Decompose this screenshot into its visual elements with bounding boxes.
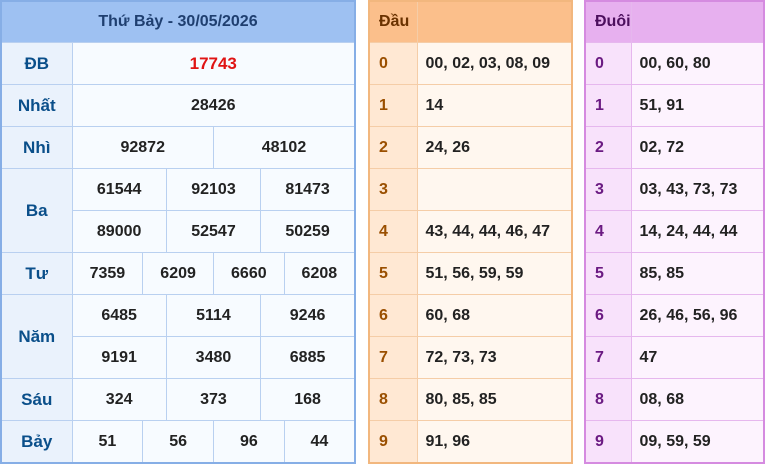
tail-digit: 1 <box>584 84 632 127</box>
head-values: 24, 26 <box>416 126 573 169</box>
prize-value: 61544 <box>71 168 167 211</box>
prize-value: 51 <box>71 420 144 464</box>
tail-values: 47 <box>630 336 765 379</box>
head-values: 43, 44, 44, 46, 47 <box>416 210 573 253</box>
prize-value: 17743 <box>71 42 356 85</box>
prize-label-db: ĐB <box>0 42 73 85</box>
results-title: Thứ Bảy - 30/05/2026 <box>0 0 356 43</box>
prize-value: 5114 <box>165 294 262 337</box>
tail-values: 09, 59, 59 <box>630 420 765 464</box>
tail-digit: 6 <box>584 294 632 337</box>
prize-value: 6209 <box>142 252 214 295</box>
prize-label-nhi: Nhì <box>0 126 73 169</box>
tail-digit: 7 <box>584 336 632 379</box>
prize-value: 9191 <box>71 336 167 379</box>
head-digit: 2 <box>368 126 418 169</box>
prize-value: 48102 <box>212 126 356 169</box>
prize-value: 81473 <box>260 168 356 211</box>
prize-value: 6208 <box>283 252 356 295</box>
tail-title: Đuôi <box>584 0 632 43</box>
prize-value: 96 <box>212 420 285 464</box>
head-digit: 1 <box>368 84 418 127</box>
prize-value: 28426 <box>71 84 356 127</box>
prize-value: 56 <box>142 420 214 464</box>
prize-label-sau: Sáu <box>0 378 73 421</box>
prize-value: 52547 <box>165 210 262 253</box>
prize-value: 6660 <box>212 252 285 295</box>
prize-label-nam: Năm <box>0 294 73 379</box>
tail-values: 00, 60, 80 <box>630 42 765 85</box>
prize-label-ba: Ba <box>0 168 73 253</box>
prize-label-tu: Tư <box>0 252 73 295</box>
head-title: Đầu <box>368 0 418 43</box>
head-values: 14 <box>416 84 573 127</box>
tail-digit: 0 <box>584 42 632 85</box>
head-values: 80, 85, 85 <box>416 378 573 421</box>
prize-value: 168 <box>260 378 356 421</box>
tail-title-spacer <box>630 0 765 43</box>
prize-value: 89000 <box>71 210 167 253</box>
prize-value: 6485 <box>71 294 167 337</box>
prize-value: 44 <box>283 420 356 464</box>
tail-values: 08, 68 <box>630 378 765 421</box>
head-digit: 9 <box>368 420 418 464</box>
head-digit: 8 <box>368 378 418 421</box>
head-values: 91, 96 <box>416 420 573 464</box>
prize-value: 324 <box>71 378 167 421</box>
tail-values: 02, 72 <box>630 126 765 169</box>
prize-value: 7359 <box>71 252 144 295</box>
results-table: Thứ Bảy - 30/05/2026 ĐB 17743 Nhất 28426… <box>0 0 356 464</box>
head-digit: 3 <box>368 168 418 211</box>
head-values: 60, 68 <box>416 294 573 337</box>
prize-label-bay: Bảy <box>0 420 73 464</box>
tail-digit: 2 <box>584 126 632 169</box>
head-values: 72, 73, 73 <box>416 336 573 379</box>
head-table: Đầu 0 00, 02, 03, 08, 09 1 14 2 24, 26 3 44… <box>368 0 573 464</box>
tail-values: 26, 46, 56, 96 <box>630 294 765 337</box>
tail-digit: 4 <box>584 210 632 253</box>
tail-values: 14, 24, 44, 44 <box>630 210 765 253</box>
tail-values: 85, 85 <box>630 252 765 295</box>
prize-value: 3480 <box>165 336 262 379</box>
head-values: 00, 02, 03, 08, 09 <box>416 42 573 85</box>
tail-digit: 9 <box>584 420 632 464</box>
head-digit: 4 <box>368 210 418 253</box>
tail-digit: 8 <box>584 378 632 421</box>
tail-digit: 3 <box>584 168 632 211</box>
prize-value: 9246 <box>260 294 356 337</box>
tail-digit: 5 <box>584 252 632 295</box>
tail-table: Đuôi 0 00, 60, 80 1 51, 91 2 02, 72 3 03, 43… <box>584 0 765 464</box>
prize-value: 92103 <box>165 168 262 211</box>
head-values <box>416 168 573 211</box>
head-values: 51, 56, 59, 59 <box>416 252 573 295</box>
head-digit: 6 <box>368 294 418 337</box>
prize-value: 373 <box>165 378 262 421</box>
tail-values: 51, 91 <box>630 84 765 127</box>
prize-value: 92872 <box>71 126 214 169</box>
head-digit: 0 <box>368 42 418 85</box>
head-title-spacer <box>416 0 573 43</box>
tail-values: 03, 43, 73, 73 <box>630 168 765 211</box>
head-digit: 7 <box>368 336 418 379</box>
prize-value: 6885 <box>260 336 356 379</box>
prize-label-nhat: Nhất <box>0 84 73 127</box>
prize-value: 50259 <box>260 210 356 253</box>
head-digit: 5 <box>368 252 418 295</box>
